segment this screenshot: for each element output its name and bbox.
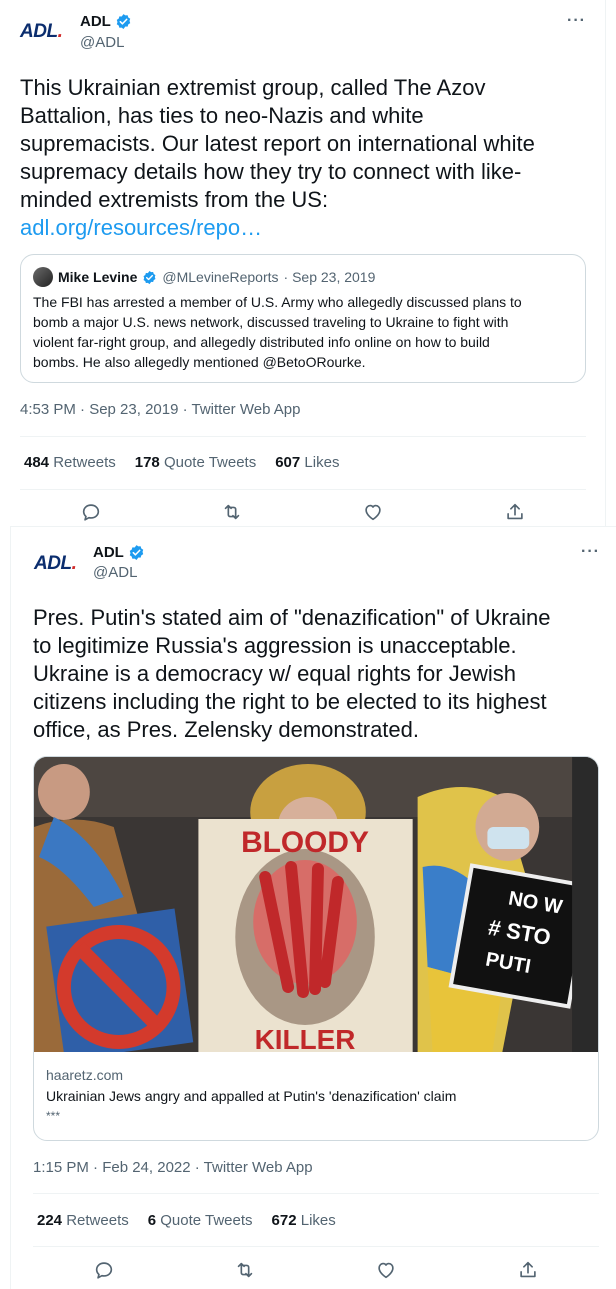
author-handle[interactable]: @ADL bbox=[93, 564, 137, 581]
tweet-text-line: This Ukrainian extremist group, called T… bbox=[20, 75, 486, 100]
retweets-count[interactable]: 224 Retweets bbox=[37, 1212, 129, 1229]
quoted-text-line: The FBI has arrested a member of U.S. Ar… bbox=[33, 294, 522, 310]
tweet-text-line: citizens including the right to be elect… bbox=[33, 689, 547, 714]
tweet-text-line: office, as Pres. Zelensky demonstrated. bbox=[33, 717, 419, 742]
verified-badge-icon bbox=[129, 545, 144, 560]
quoted-tweet-header: Mike Levine @MLevineReports · Sep 23, 20… bbox=[33, 267, 375, 287]
more-options-icon[interactable]: ··· bbox=[581, 543, 600, 561]
share-icon[interactable] bbox=[517, 1259, 539, 1281]
quoted-author-handle[interactable]: @MLevineReports bbox=[162, 269, 278, 285]
divider bbox=[20, 489, 586, 490]
divider bbox=[33, 1193, 599, 1194]
quote-tweets-count[interactable]: 6 Quote Tweets bbox=[148, 1212, 253, 1229]
divider bbox=[33, 1246, 599, 1247]
avatar[interactable] bbox=[33, 267, 53, 287]
quoted-text-line: bomb a major U.S. news network, discusse… bbox=[33, 314, 509, 330]
verified-badge-icon bbox=[116, 14, 131, 29]
tweet-text: This Ukrainian extremist group, called T… bbox=[20, 74, 590, 242]
like-icon[interactable] bbox=[375, 1259, 397, 1281]
engagement-stats: 484 Retweets 178 Quote Tweets 607 Likes bbox=[24, 454, 339, 471]
tweet-timestamp[interactable]: 4:53 PM · Sep 23, 2019 · Twitter Web App bbox=[20, 401, 300, 418]
quoted-tweet[interactable]: Mike Levine @MLevineReports · Sep 23, 20… bbox=[20, 254, 586, 383]
author-name[interactable]: ADL bbox=[93, 544, 145, 561]
likes-count[interactable]: 672 Likes bbox=[272, 1212, 336, 1229]
tweet-1[interactable]: ADL. ADL @ADL ··· This Ukrainian extremi… bbox=[0, 0, 606, 526]
adl-logo[interactable]: ADL. bbox=[34, 553, 77, 575]
tweet-text-line: Battalion, has ties to neo-Nazis and whi… bbox=[20, 103, 424, 128]
link-card[interactable]: BLOODY KILLER NO W # STO PUTI haaretz.co… bbox=[33, 756, 599, 1141]
like-icon[interactable] bbox=[362, 501, 384, 523]
card-description: *** bbox=[46, 1109, 61, 1123]
card-title[interactable]: Ukrainian Jews angry and appalled at Put… bbox=[46, 1088, 456, 1104]
more-options-icon[interactable]: ··· bbox=[567, 12, 586, 30]
quoted-author-name[interactable]: Mike Levine bbox=[58, 269, 137, 285]
divider bbox=[20, 436, 586, 437]
quoted-text-line: bombs. He also allegedly mentioned @Beto… bbox=[33, 354, 366, 370]
quote-tweets-count[interactable]: 178 Quote Tweets bbox=[135, 454, 256, 471]
engagement-stats: 224 Retweets 6 Quote Tweets 672 Likes bbox=[37, 1212, 336, 1229]
retweets-count[interactable]: 484 Retweets bbox=[24, 454, 116, 471]
author-name-text[interactable]: ADL bbox=[93, 544, 124, 561]
share-icon[interactable] bbox=[504, 501, 526, 523]
tweet-timestamp[interactable]: 1:15 PM · Feb 24, 2022 · Twitter Web App bbox=[33, 1159, 313, 1176]
tweet-text-line: Ukraine is a democracy w/ equal rights f… bbox=[33, 661, 516, 686]
author-handle[interactable]: @ADL bbox=[80, 34, 124, 51]
tweet-text-line: to legitimize Russia's aggression is una… bbox=[33, 633, 517, 658]
quoted-text-line: violent far-right group, and allegedly d… bbox=[33, 334, 490, 350]
tweet-2[interactable]: ADL. ADL @ADL ··· Pres. Putin's stated a… bbox=[10, 526, 616, 1289]
card-domain: haaretz.com bbox=[46, 1067, 124, 1083]
retweet-icon[interactable] bbox=[234, 1259, 256, 1281]
reply-icon[interactable] bbox=[80, 501, 102, 523]
poster-top-text: BLOODY bbox=[241, 826, 369, 859]
tweet-text-line: minded extremists from the US: bbox=[20, 187, 329, 212]
tweet-text-line: supremacy details how they try to connec… bbox=[20, 159, 522, 184]
verified-badge-icon bbox=[143, 270, 156, 284]
retweet-icon[interactable] bbox=[221, 501, 243, 523]
tweet-text: Pres. Putin's stated aim of "denazificat… bbox=[33, 604, 608, 744]
tweet-text-line: Pres. Putin's stated aim of "denazificat… bbox=[33, 605, 551, 630]
reply-icon[interactable] bbox=[93, 1259, 115, 1281]
quoted-tweet-text: The FBI has arrested a member of U.S. Ar… bbox=[33, 292, 553, 372]
protest-photo: BLOODY KILLER NO W # STO PUTI bbox=[34, 757, 598, 1052]
quoted-date: · Sep 23, 2019 bbox=[283, 269, 376, 285]
tweet-text-line: supremacists. Our latest report on inter… bbox=[20, 131, 535, 156]
report-link[interactable]: adl.org/resources/repo… bbox=[20, 214, 590, 242]
poster-bottom-text: KILLER bbox=[255, 1024, 356, 1052]
adl-logo[interactable]: ADL. bbox=[20, 21, 63, 43]
author-name-text[interactable]: ADL bbox=[80, 13, 111, 30]
likes-count[interactable]: 607 Likes bbox=[275, 454, 339, 471]
author-name[interactable]: ADL bbox=[80, 13, 132, 30]
